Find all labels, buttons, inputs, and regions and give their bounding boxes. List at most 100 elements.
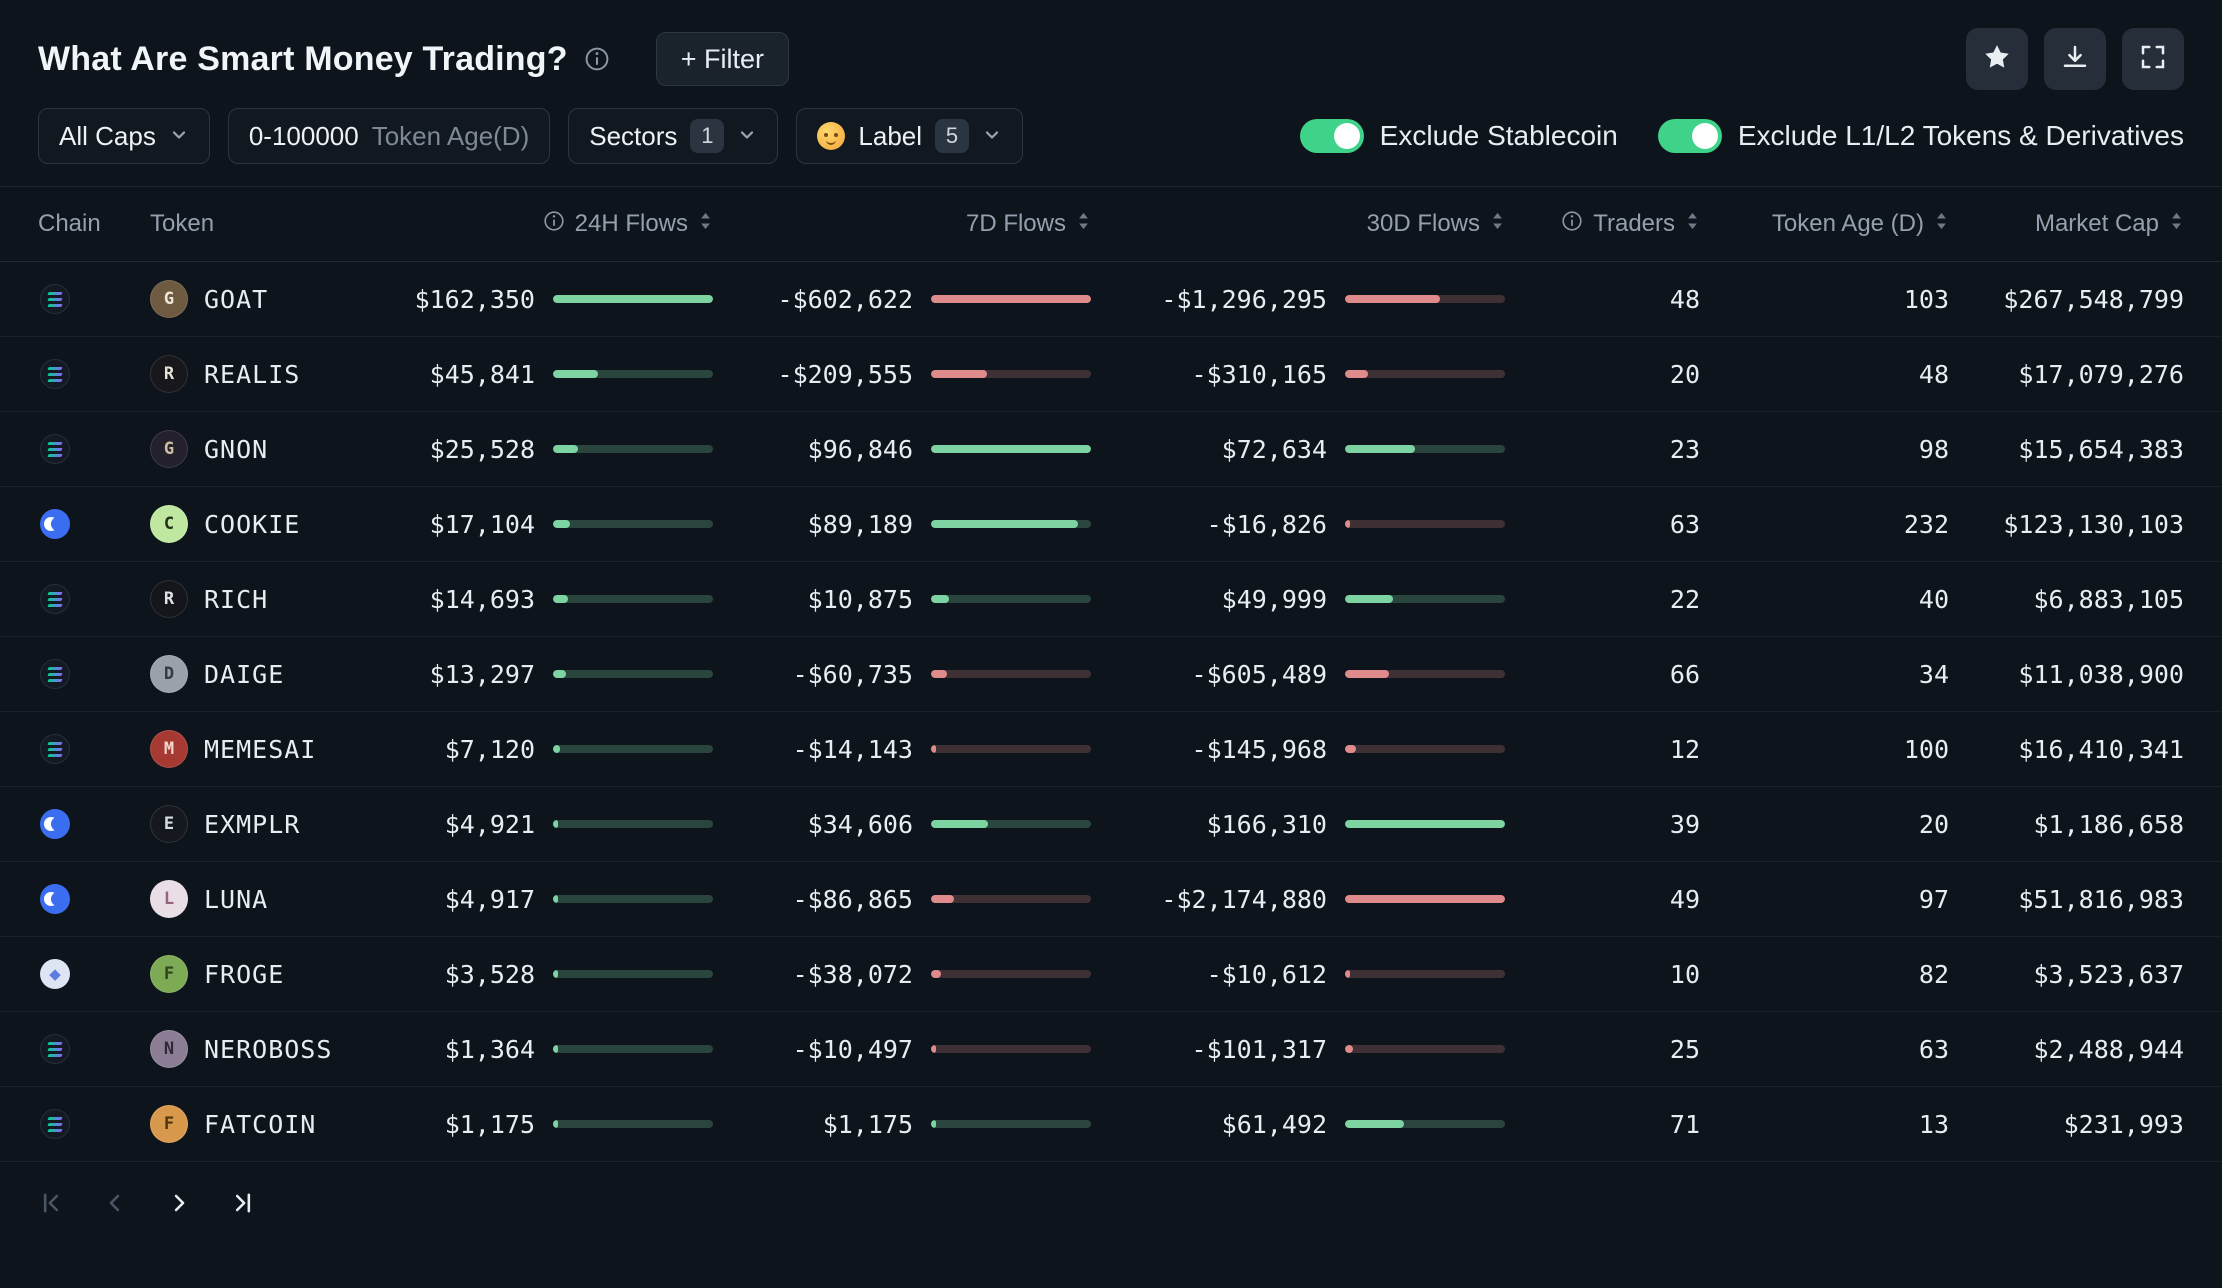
- sort-icon: [1490, 210, 1505, 238]
- token-age-filter[interactable]: 0-100000 Token Age(D): [227, 108, 551, 164]
- flow-30d-bar: [1345, 970, 1505, 978]
- flow-24h-bar: [553, 670, 713, 678]
- flow-30d-bar: [1345, 295, 1505, 303]
- flow-24h-value: $13,297: [429, 659, 535, 689]
- flow-30d-bar: [1345, 595, 1505, 603]
- flow-7d-value: -$10,497: [792, 1034, 913, 1064]
- col-header-30d-flows[interactable]: 30D Flows: [1091, 210, 1505, 238]
- flow-24h-bar: [553, 595, 713, 603]
- table-row[interactable]: L LUNA $4,917 -$86,865 -$2,174,880 49 97…: [0, 862, 2222, 937]
- flow-7d-cell: $34,606: [713, 810, 1091, 839]
- flow-30d-value: -$10,612: [1206, 959, 1327, 989]
- token-cell: C COOKIE: [150, 505, 360, 543]
- token-ticker: GOAT: [204, 284, 269, 314]
- table-row[interactable]: D DAIGE $13,297 -$60,735 -$605,489 66 34…: [0, 637, 2222, 712]
- topbar: What Are Smart Money Trading? + Filter: [0, 24, 2222, 94]
- table-row[interactable]: G GOAT $162,350 -$602,622 -$1,296,295 48…: [0, 262, 2222, 337]
- previous-page-button[interactable]: [98, 1188, 132, 1222]
- token-ticker: EXMPLR: [204, 809, 301, 839]
- first-page-icon: [37, 1189, 65, 1222]
- add-filter-button[interactable]: + Filter: [655, 32, 789, 86]
- traders-value: 66: [1669, 659, 1700, 689]
- flow-30d-bar: [1345, 820, 1505, 828]
- flow-7d-value: -$38,072: [792, 959, 913, 989]
- table-row[interactable]: E EXMPLR $4,921 $34,606 $166,310 39 20 $…: [0, 787, 2222, 862]
- flow-30d-cell: -$310,165: [1091, 360, 1505, 389]
- label-count-badge: 5: [935, 119, 970, 153]
- flow-24h-bar: [553, 745, 713, 753]
- label-filter-label: Label: [858, 120, 923, 151]
- sectors-filter[interactable]: Sectors 1: [568, 108, 779, 164]
- table-row[interactable]: F FATCOIN $1,175 $1,175 $61,492 71 13 $2…: [0, 1087, 2222, 1162]
- solana-chain-icon: [40, 734, 70, 764]
- flow-7d-cell: $89,189: [713, 510, 1091, 539]
- flow-7d-bar: [931, 295, 1091, 303]
- flow-30d-value: $49,999: [1221, 584, 1327, 614]
- token-ticker: FATCOIN: [204, 1109, 317, 1139]
- flow-24h-cell: $1,175: [360, 1110, 713, 1139]
- table-row[interactable]: G GNON $25,528 $96,846 $72,634 23 98 $15…: [0, 412, 2222, 487]
- flow-24h-value: $4,917: [444, 884, 535, 914]
- table-body: G GOAT $162,350 -$602,622 -$1,296,295 48…: [0, 262, 2222, 1162]
- market-cap-value: $17,079,276: [2018, 359, 2184, 389]
- market-cap-value: $123,130,103: [2003, 509, 2184, 539]
- chain-cell: [38, 359, 150, 389]
- flow-24h-value: $4,921: [444, 809, 535, 839]
- table-row[interactable]: R REALIS $45,841 -$209,555 -$310,165 20 …: [0, 337, 2222, 412]
- sectors-filter-label: Sectors: [589, 120, 678, 151]
- base-chain-icon: [40, 809, 70, 839]
- table-row[interactable]: C COOKIE $17,104 $89,189 -$16,826 63 232…: [0, 487, 2222, 562]
- solana-chain-icon: [40, 584, 70, 614]
- token-avatar: F: [150, 1105, 188, 1143]
- next-page-button[interactable]: [162, 1188, 196, 1222]
- toggles-group: Exclude Stablecoin Exclude L1/L2 Tokens …: [1299, 119, 2184, 153]
- chain-cell: ◆: [38, 959, 150, 989]
- market-cap-filter-label: All Caps: [59, 120, 156, 151]
- token-age-value: 63: [1918, 1034, 1949, 1064]
- page-title: What Are Smart Money Trading?: [38, 39, 568, 78]
- flow-30d-value: $166,310: [1206, 809, 1327, 839]
- market-cap-filter[interactable]: All Caps: [38, 108, 210, 164]
- market-cap-value: $16,410,341: [2018, 734, 2184, 764]
- last-page-button[interactable]: [226, 1188, 260, 1222]
- flow-7d-value: $10,875: [807, 584, 913, 614]
- col-header-24h-flows[interactable]: 24H Flows: [360, 210, 713, 239]
- token-age-value: 98: [1918, 434, 1949, 464]
- fullscreen-button[interactable]: [2122, 28, 2184, 90]
- flow-7d-cell: $96,846: [713, 435, 1091, 464]
- token-avatar: C: [150, 505, 188, 543]
- flow-7d-bar: [931, 1120, 1091, 1128]
- solana-chain-icon: [40, 1034, 70, 1064]
- token-cell: R REALIS: [150, 355, 360, 393]
- info-icon: [543, 210, 565, 239]
- table-row[interactable]: N NEROBOSS $1,364 -$10,497 -$101,317 25 …: [0, 1012, 2222, 1087]
- flow-30d-value: $72,634: [1221, 434, 1327, 464]
- title-info-icon[interactable]: [584, 46, 610, 72]
- col-header-7d-flows[interactable]: 7D Flows: [713, 210, 1091, 238]
- table-row[interactable]: R RICH $14,693 $10,875 $49,999 22 40 $6,…: [0, 562, 2222, 637]
- exclude-stablecoin-toggle[interactable]: [1299, 119, 1364, 153]
- traders-value: 25: [1669, 1034, 1700, 1064]
- token-ticker: FROGE: [204, 959, 285, 989]
- market-cap-value: $1,186,658: [2033, 809, 2184, 839]
- chain-cell: [38, 434, 150, 464]
- col-header-traders[interactable]: Traders: [1505, 210, 1700, 239]
- flow-7d-cell: -$60,735: [713, 660, 1091, 689]
- token-ticker: RICH: [204, 584, 269, 614]
- favorite-button[interactable]: [1966, 28, 2028, 90]
- col-header-token-age[interactable]: Token Age (D): [1700, 210, 1949, 238]
- first-page-button[interactable]: [34, 1188, 68, 1222]
- chain-cell: [38, 734, 150, 764]
- exclude-l1l2-toggle[interactable]: [1657, 119, 1722, 153]
- flow-24h-cell: $4,921: [360, 810, 713, 839]
- flow-24h-value: $7,120: [444, 734, 535, 764]
- table-row[interactable]: ◆ F FROGE $3,528 -$38,072 -$10,612 10 82…: [0, 937, 2222, 1012]
- pagination: [0, 1162, 2222, 1222]
- flow-24h-value: $1,364: [444, 1034, 535, 1064]
- token-ticker: NEROBOSS: [204, 1034, 333, 1064]
- table-row[interactable]: M MEMESAI $7,120 -$14,143 -$145,968 12 1…: [0, 712, 2222, 787]
- download-button[interactable]: [2044, 28, 2106, 90]
- label-filter[interactable]: Label 5: [796, 108, 1024, 164]
- token-age-value: 40: [1918, 584, 1949, 614]
- col-header-market-cap[interactable]: Market Cap: [1949, 210, 2184, 238]
